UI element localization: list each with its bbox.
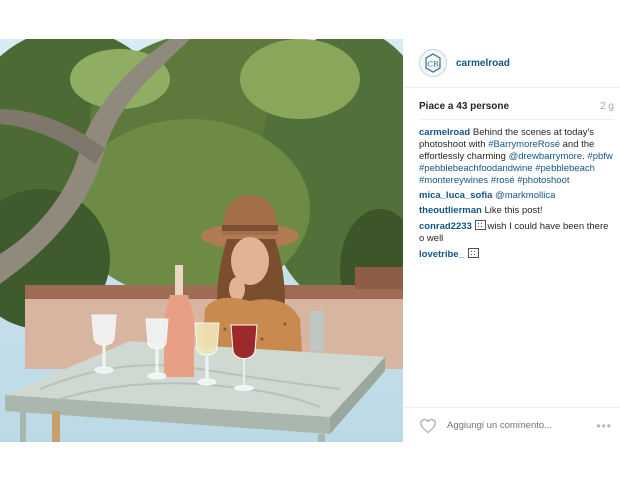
list-item: lovetribe_ (419, 248, 614, 261)
post-time[interactable]: 2 g (600, 101, 614, 112)
emoji-placeholder-icon (467, 248, 479, 258)
likes-count[interactable]: Piace a 43 persone (419, 101, 509, 112)
post-username[interactable]: carmelroad (456, 58, 510, 69)
caption-username[interactable]: carmelroad (419, 127, 470, 138)
instagram-post: CR carmelroad Piace a 43 persone 2 g car… (0, 39, 620, 442)
list-item: mica_luca_sofia @markmollica (419, 190, 614, 202)
heart-icon[interactable] (419, 418, 437, 434)
carmelroad-logo-icon: CR (425, 53, 441, 73)
comment-text: Like this post! (481, 205, 543, 216)
avatar[interactable]: CR (419, 49, 447, 77)
list-item: theoutlierman Like this post! (419, 205, 614, 217)
comments-list: carmelroad Behind the scenes at today's … (419, 127, 614, 264)
mention-link[interactable]: @markmollica (495, 190, 555, 201)
post-header: CR carmelroad (404, 39, 620, 88)
list-item: conrad2233 wish I could have been there … (419, 220, 614, 245)
comment-username[interactable]: mica_luca_sofia (419, 190, 492, 201)
emoji-placeholder-icon (475, 220, 487, 230)
comment-username[interactable]: theoutlierman (419, 205, 482, 216)
post-sidebar: CR carmelroad Piace a 43 persone 2 g car… (404, 39, 620, 442)
svg-text:CR: CR (427, 60, 439, 69)
more-options-icon[interactable]: ••• (596, 419, 612, 433)
caption-text-3: . (582, 151, 585, 162)
add-comment-input[interactable] (447, 420, 577, 431)
post-photo[interactable] (0, 39, 403, 442)
comment-username[interactable]: conrad2233 (419, 221, 472, 232)
post-footer: ••• (404, 407, 620, 443)
photo-illustration (0, 39, 403, 442)
divider (419, 119, 614, 120)
mention-link[interactable]: @drewbarrymore (509, 151, 583, 162)
caption: carmelroad Behind the scenes at today's … (419, 127, 614, 187)
hashtag-link[interactable]: #BarrymoreRosé (488, 139, 560, 150)
comment-username[interactable]: lovetribe_ (419, 249, 464, 260)
likes-row: Piace a 43 persone 2 g (419, 101, 614, 112)
